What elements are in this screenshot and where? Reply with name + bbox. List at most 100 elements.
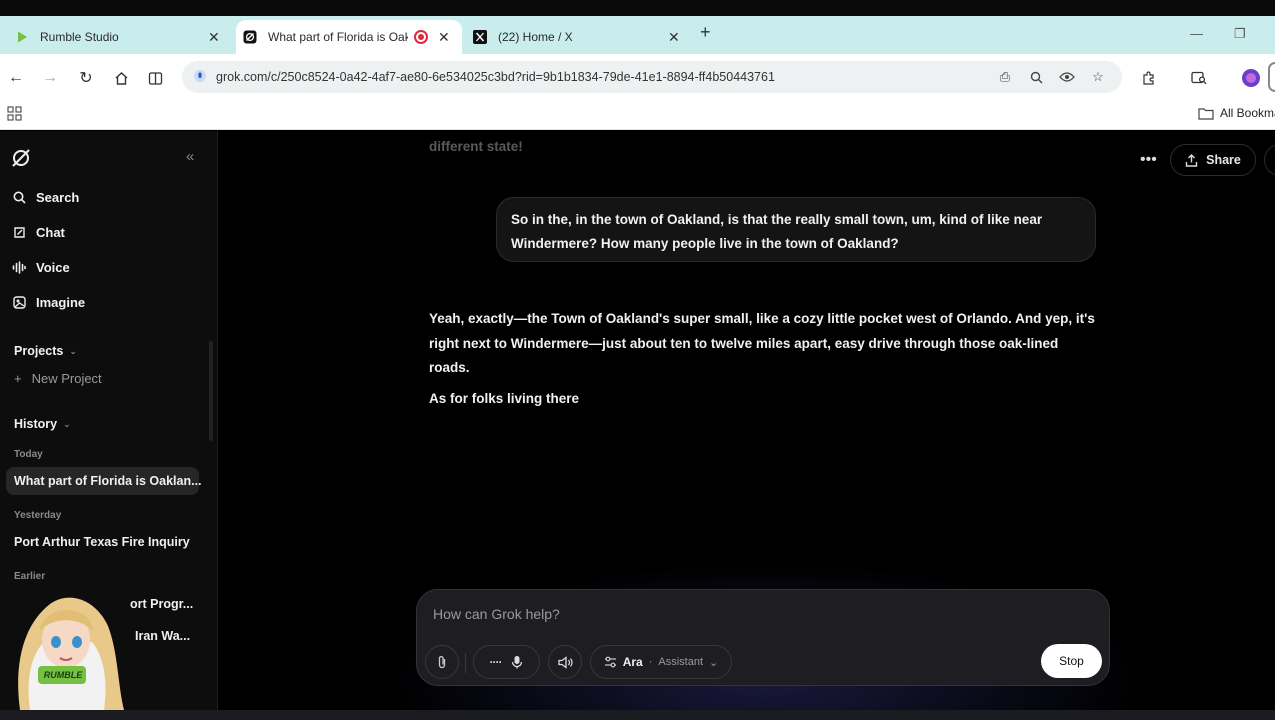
reload-icon[interactable]: ↻ [76, 68, 96, 88]
share-button[interactable]: Share [1170, 144, 1256, 176]
bookmark-star-icon[interactable]: ☆ [1090, 69, 1106, 85]
folder-icon [1198, 107, 1214, 120]
sidebar-item-search[interactable]: Search [12, 190, 79, 205]
sidebar-item-voice[interactable]: Voice [12, 260, 70, 275]
sidebar-item-label: Chat [36, 225, 65, 240]
collapse-sidebar-icon[interactable]: « [186, 148, 194, 165]
tab-title: Rumble Studio [40, 30, 119, 44]
sidebar-item-label: Search [36, 190, 80, 205]
address-bar[interactable]: grok.com/c/250c8524-0a42-4af7-ae80-6e534… [182, 61, 1122, 93]
side-panel-edge[interactable] [1268, 62, 1275, 92]
projects-header[interactable]: Projects ⌄ [14, 344, 77, 358]
sliders-icon [604, 656, 616, 668]
eye-icon[interactable] [1059, 69, 1075, 85]
attach-button[interactable] [425, 645, 459, 679]
speaker-icon [557, 655, 573, 669]
history-label: History [14, 417, 58, 431]
minimize-icon[interactable]: — [1190, 26, 1203, 41]
model-mode: Assistant [658, 656, 704, 668]
voice-icon [12, 261, 26, 275]
history-item-active[interactable]: What part of Florida is Oaklan... [6, 467, 202, 495]
reply-paragraph: As for folks living there [429, 390, 580, 406]
tab-rumble-studio[interactable]: Rumble Studio ✕ [8, 20, 230, 54]
history-group-yesterday: Yesterday [14, 510, 62, 521]
tab-title: (22) Home / X [498, 30, 573, 44]
paperclip-icon [438, 656, 446, 669]
zoom-icon[interactable] [1028, 69, 1044, 85]
chevron-down-icon: ⌄ [69, 345, 77, 356]
all-bookmarks-button[interactable]: All Bookma [1198, 106, 1275, 120]
new-project-button[interactable]: + New Project [14, 371, 102, 386]
chat-icon [12, 226, 26, 240]
tab-x-home[interactable]: (22) Home / X ✕ [466, 20, 688, 54]
grok-app: « Search Chat Voice Imagine Projects ⌄ +… [0, 131, 1275, 720]
restore-icon[interactable]: ❐ [1234, 26, 1246, 42]
edge-button[interactable] [1264, 144, 1275, 176]
all-bookmarks-label: All Bookma [1220, 106, 1275, 120]
microphone-icon[interactable] [192, 69, 208, 85]
model-name: Ara [622, 655, 643, 669]
voice-mode-button[interactable]: ···· [473, 645, 540, 679]
back-icon[interactable]: ← [6, 68, 26, 88]
divider [465, 653, 466, 673]
stop-button[interactable]: Stop [1041, 644, 1102, 678]
history-item[interactable]: ort Progr... [130, 597, 193, 611]
chevron-down-icon: ⌄ [63, 418, 71, 429]
screen-top-edge [0, 0, 1275, 16]
close-tab-icon[interactable]: ✕ [208, 29, 220, 46]
share-label: Share [1206, 153, 1241, 167]
model-selector[interactable]: Ara · Assistant ⌄ [590, 645, 732, 679]
sidebar-item-label: Voice [36, 260, 70, 275]
search-icon [12, 191, 26, 205]
new-tab-icon[interactable]: + [700, 22, 711, 43]
browser-toolbar: ← → ↻ grok.com/c/250c8524-0a42-4af7-ae80… [0, 54, 1275, 100]
sidebar-item-label: Imagine [36, 295, 86, 310]
history-group-today: Today [14, 449, 43, 460]
tab-grok-active[interactable]: What part of Florida is Oakl ✕ [236, 20, 462, 54]
history-header[interactable]: History ⌄ [14, 417, 71, 431]
history-item[interactable]: Port Arthur Texas Fire Inquiry [14, 535, 190, 549]
composer: ···· Ara · Assistant ⌄ [416, 589, 1110, 686]
imagine-icon [12, 296, 26, 310]
waveform-icon: ···· [489, 655, 503, 669]
model-separator: · [648, 656, 653, 668]
url-text: grok.com/c/250c8524-0a42-4af7-ae80-6e534… [216, 70, 775, 84]
user-message: So in the, in the town of Oakland, is th… [496, 197, 1096, 262]
speaker-button[interactable] [548, 645, 582, 679]
x-icon [472, 29, 488, 45]
browser-tab-bar: Rumble Studio ✕ What part of Florida is … [0, 16, 1275, 54]
grok-logo-icon[interactable] [10, 147, 32, 169]
profile-avatar-icon[interactable] [1241, 68, 1261, 88]
tab-search-icon[interactable] [1189, 68, 1209, 88]
prompt-input[interactable] [433, 606, 1033, 622]
sidebar-scrollbar[interactable] [209, 341, 213, 441]
assistant-reply: Yeah, exactly—the Town of Oakland's supe… [429, 307, 1099, 411]
grok-icon [242, 29, 258, 45]
sidebar: « Search Chat Voice Imagine Projects ⌄ +… [0, 131, 218, 710]
close-tab-icon[interactable]: ✕ [438, 29, 450, 46]
apps-grid-icon[interactable] [7, 106, 23, 122]
new-project-label: New Project [31, 371, 102, 386]
close-tab-icon[interactable]: ✕ [668, 29, 680, 46]
taskbar-edge [0, 710, 1275, 720]
share-icon [1185, 153, 1198, 167]
forward-icon[interactable]: → [40, 68, 60, 88]
microphone-icon [512, 656, 523, 669]
sidebar-item-imagine[interactable]: Imagine [12, 295, 85, 310]
sidebar-item-chat[interactable]: Chat [12, 225, 65, 240]
history-group-earlier: Earlier [14, 571, 46, 582]
history-item[interactable]: Iran Wa... [135, 629, 190, 643]
install-app-icon[interactable]: ⎙ [997, 69, 1013, 85]
reply-paragraph: Yeah, exactly—the Town of Oakland's supe… [429, 311, 1095, 375]
tab-title: What part of Florida is Oakl [268, 30, 408, 44]
avatar: RUMBLE [0, 586, 130, 710]
home-icon[interactable] [111, 68, 131, 88]
recording-icon [414, 30, 428, 44]
bookmarks-bar: All Bookma [0, 100, 1275, 130]
chevron-down-icon: ⌄ [709, 656, 719, 669]
more-options-icon[interactable]: ••• [1140, 151, 1157, 169]
extensions-icon[interactable] [1138, 68, 1158, 88]
split-view-icon[interactable] [145, 68, 165, 88]
projects-label: Projects [14, 344, 64, 358]
avatar-shirt-text: RUMBLE [43, 670, 83, 680]
